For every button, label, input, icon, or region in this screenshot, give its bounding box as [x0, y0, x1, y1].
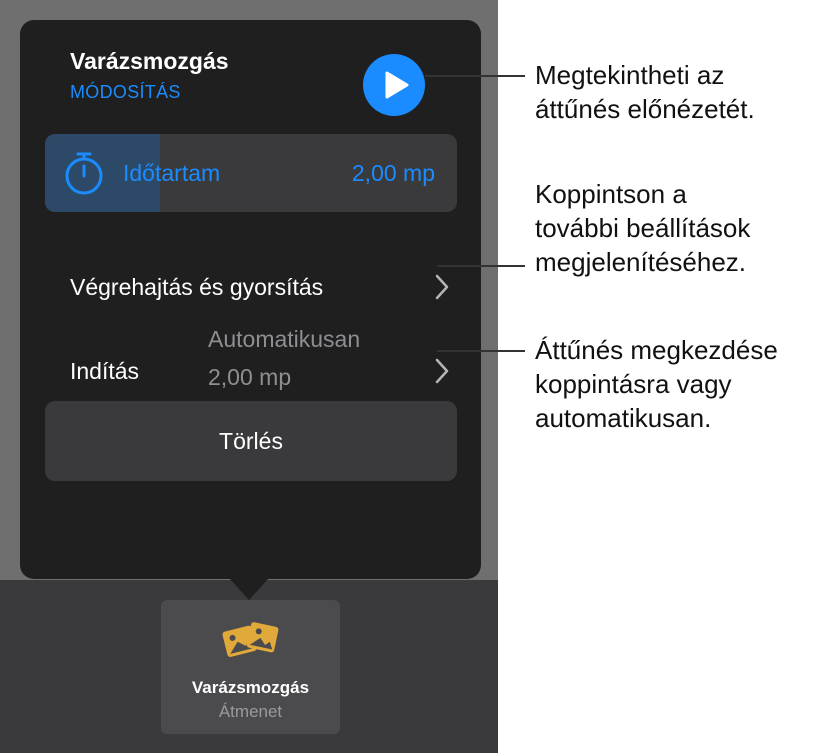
- edit-link[interactable]: MÓDOSÍTÁS: [70, 82, 181, 103]
- start-value-delay: 2,00 mp: [208, 364, 292, 390]
- callout-preview: Megtekintheti az áttűnés előnézetét.: [535, 58, 755, 126]
- callout-options-line: további beállítások: [535, 213, 751, 243]
- popover-title: Varázsmozgás: [70, 48, 229, 74]
- callout-options-line: megjelenítéséhez.: [535, 247, 747, 277]
- callout-line-start: [437, 350, 525, 352]
- photos-icon: [222, 622, 279, 657]
- chevron-right-icon: [435, 358, 449, 384]
- callout-preview-line: áttűnés előnézetét.: [535, 94, 755, 124]
- stopwatch-icon: [65, 152, 103, 195]
- start-label: Indítás: [70, 358, 140, 384]
- callout-start-line: koppintásra vagy: [535, 369, 732, 399]
- chevron-right-icon: [435, 274, 449, 300]
- callout-preview-line: Megtekintheti az: [535, 60, 725, 90]
- callout-line-options: [437, 265, 525, 267]
- duration-slider[interactable]: Időtartam 2,00 mp: [45, 134, 457, 212]
- screenshot-stage: Varázsmozgás MÓDOSÍTÁS Időtartam 2,00 mp…: [0, 0, 814, 753]
- callout-line-preview: [425, 75, 525, 77]
- transition-tile[interactable]: Varázsmozgás Átmenet: [161, 600, 340, 734]
- tile-sublabel: Átmenet: [218, 702, 283, 721]
- duration-label: Időtartam: [123, 160, 221, 186]
- tile-label: Varázsmozgás: [191, 678, 310, 697]
- play-icon: [385, 71, 409, 99]
- duration-value: 2,00 mp: [351, 160, 435, 186]
- execution-acceleration-row[interactable]: Végrehajtás és gyorsítás: [45, 252, 457, 322]
- popover-arrow: [229, 578, 269, 600]
- callout-start-line: automatikusan.: [535, 403, 712, 433]
- start-value-mode: Automatikusan: [208, 326, 361, 352]
- preview-play-button[interactable]: [363, 54, 425, 116]
- callout-start-line: Áttűnés megkezdése: [535, 335, 778, 365]
- callout-options-line: Koppintson a: [535, 179, 687, 209]
- start-row[interactable]: Indítás Automatikusan 2,00 mp: [45, 326, 457, 410]
- delete-button[interactable]: Törlés: [45, 401, 457, 481]
- callout-options: Koppintson a további beállítások megjele…: [535, 177, 750, 279]
- execution-acceleration-label: Végrehajtás és gyorsítás: [70, 274, 324, 300]
- transition-popover: Varázsmozgás MÓDOSÍTÁS Időtartam 2,00 mp…: [20, 20, 481, 579]
- callout-start: Áttűnés megkezdése koppintásra vagy auto…: [535, 333, 778, 435]
